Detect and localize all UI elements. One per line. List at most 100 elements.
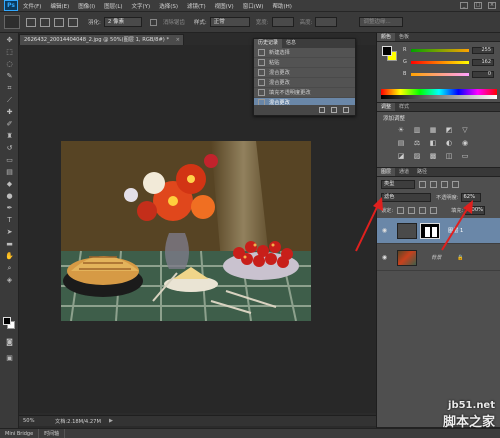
menu-image[interactable]: 图像(I): [78, 2, 95, 10]
fill-input[interactable]: 100%: [465, 206, 486, 215]
green-channel-value[interactable]: 162: [472, 58, 494, 66]
height-input[interactable]: [315, 17, 338, 27]
vibrance-icon[interactable]: ▽: [459, 125, 471, 136]
photo-filter-icon[interactable]: ◐: [443, 138, 455, 149]
exposure-icon[interactable]: ◩: [443, 125, 455, 136]
pen-tool-icon[interactable]: ✒: [3, 203, 16, 213]
tab-paths[interactable]: 路径: [413, 168, 431, 176]
marquee-tool-preset-icon[interactable]: [4, 15, 20, 29]
green-channel-slider[interactable]: [411, 60, 469, 64]
antialias-checkbox[interactable]: [149, 18, 157, 26]
color-spectrum-bar[interactable]: [381, 89, 497, 99]
tab-swatches[interactable]: 色板: [395, 33, 413, 41]
lasso-tool-icon[interactable]: ◌: [3, 59, 16, 69]
mini-bridge-tab[interactable]: Mini Bridge: [0, 428, 40, 438]
healing-brush-tool-icon[interactable]: ✚: [3, 107, 16, 117]
zoom-tool-icon[interactable]: ⌕: [3, 263, 16, 273]
history-item[interactable]: 填充不透明度更改: [254, 88, 355, 98]
path-selection-tool-icon[interactable]: ➤: [3, 227, 16, 237]
tab-styles[interactable]: 样式: [395, 103, 413, 111]
visibility-eye-icon[interactable]: ◉: [380, 227, 389, 234]
eyedropper-tool-icon[interactable]: ⟋: [3, 95, 16, 105]
history-item[interactable]: 粘贴: [254, 58, 355, 68]
3d-tool-icon[interactable]: ◈: [3, 275, 16, 285]
quick-mask-icon[interactable]: ◙: [3, 337, 16, 347]
history-brush-tool-icon[interactable]: ↺: [3, 143, 16, 153]
red-channel-slider[interactable]: [411, 48, 469, 52]
close-document-icon[interactable]: ×: [176, 35, 180, 45]
menu-edit[interactable]: 编辑(E): [50, 2, 69, 10]
delete-state-icon[interactable]: [343, 107, 349, 113]
gradient-tool-icon[interactable]: ▤: [3, 167, 16, 177]
menu-select[interactable]: 选择(S): [159, 2, 178, 10]
document-tab[interactable]: 2626432_20014404048_2.jpg @ 50%(图层 1, RG…: [19, 34, 184, 45]
brightness-contrast-icon[interactable]: ☀: [395, 125, 407, 136]
menu-filter[interactable]: 滤镜(T): [187, 2, 206, 10]
layer-row-layer1[interactable]: ◉ 图层 1: [377, 218, 500, 244]
shape-tool-icon[interactable]: ▬: [3, 239, 16, 249]
type-tool-icon[interactable]: T: [3, 215, 16, 225]
blend-mode-select[interactable]: 滤色: [381, 193, 431, 202]
new-selection-icon[interactable]: [26, 17, 36, 27]
blur-tool-icon[interactable]: ◆: [3, 179, 16, 189]
invert-icon[interactable]: ◪: [395, 151, 407, 162]
clone-stamp-tool-icon[interactable]: ♜: [3, 131, 16, 141]
maximize-icon[interactable]: □: [474, 2, 482, 9]
eraser-tool-icon[interactable]: ▭: [3, 155, 16, 165]
tab-channels[interactable]: 通道: [395, 168, 413, 176]
width-input[interactable]: [271, 17, 294, 27]
black-white-icon[interactable]: ◧: [427, 138, 439, 149]
history-item[interactable]: 混合更改: [254, 78, 355, 88]
menu-view[interactable]: 视图(V): [215, 2, 234, 10]
pixel-filter-icon[interactable]: [419, 181, 426, 188]
gradient-map-icon[interactable]: ▭: [459, 151, 471, 162]
color-balance-icon[interactable]: ⚖: [411, 138, 423, 149]
tab-history[interactable]: 历史记录: [254, 39, 283, 48]
menu-help[interactable]: 帮助(H): [272, 2, 291, 10]
lock-position-icon[interactable]: [419, 207, 427, 214]
tab-info[interactable]: 信息: [282, 39, 300, 48]
move-tool-icon[interactable]: ✥: [3, 35, 16, 45]
threshold-icon[interactable]: ▩: [427, 151, 439, 162]
posterize-icon[interactable]: ▨: [411, 151, 423, 162]
opacity-input[interactable]: 62%: [460, 193, 481, 202]
layer-row-background[interactable]: ◉ 背景 🔒: [377, 245, 500, 271]
new-snapshot-icon[interactable]: [331, 107, 337, 113]
layer-name[interactable]: 图层 1: [448, 227, 463, 234]
tab-adjustments[interactable]: 调整: [377, 103, 396, 111]
status-menu-arrow-icon[interactable]: ▶: [109, 418, 113, 424]
new-document-from-state-icon[interactable]: [319, 107, 325, 113]
history-item[interactable]: 混合更改: [254, 68, 355, 78]
layer-mask-thumbnail[interactable]: [420, 222, 440, 239]
menu-window[interactable]: 窗口(W): [243, 2, 264, 10]
quick-select-tool-icon[interactable]: ✎: [3, 71, 16, 81]
selective-color-icon[interactable]: ◫: [443, 151, 455, 162]
shape-filter-icon[interactable]: [452, 181, 459, 188]
foreground-background-colors[interactable]: [3, 317, 16, 330]
menu-file[interactable]: 文件(F): [23, 2, 41, 10]
red-channel-value[interactable]: 255: [472, 46, 494, 54]
timeline-tab[interactable]: 时间轴: [39, 428, 66, 438]
dodge-tool-icon[interactable]: ●: [3, 191, 16, 201]
add-to-selection-icon[interactable]: [40, 17, 50, 27]
visibility-eye-icon[interactable]: ◉: [380, 254, 389, 261]
style-select[interactable]: 正常: [209, 17, 250, 27]
refine-edge-button[interactable]: 调整边缘...: [359, 17, 404, 27]
menu-layer[interactable]: 图层(L): [104, 2, 122, 10]
marquee-tool-icon[interactable]: ⬚: [3, 47, 16, 57]
subtract-selection-icon[interactable]: [54, 17, 64, 27]
feather-input[interactable]: 2 像素: [103, 17, 142, 27]
history-item[interactable]: 新建选择: [254, 48, 355, 58]
screen-mode-icon[interactable]: ▣: [3, 353, 16, 363]
zoom-readout[interactable]: 50%: [23, 418, 43, 424]
hand-tool-icon[interactable]: ✋: [3, 251, 16, 261]
lock-pixels-icon[interactable]: [408, 207, 416, 214]
color-panel-foreground-swatch[interactable]: [382, 46, 392, 56]
hue-saturation-icon[interactable]: ▤: [395, 138, 407, 149]
levels-icon[interactable]: ▥: [411, 125, 423, 136]
adjustment-filter-icon[interactable]: [430, 181, 437, 188]
blue-channel-slider[interactable]: [411, 72, 469, 76]
type-filter-icon[interactable]: [441, 181, 448, 188]
layer-name[interactable]: 背景: [431, 254, 441, 261]
tab-color[interactable]: 颜色: [377, 33, 396, 41]
